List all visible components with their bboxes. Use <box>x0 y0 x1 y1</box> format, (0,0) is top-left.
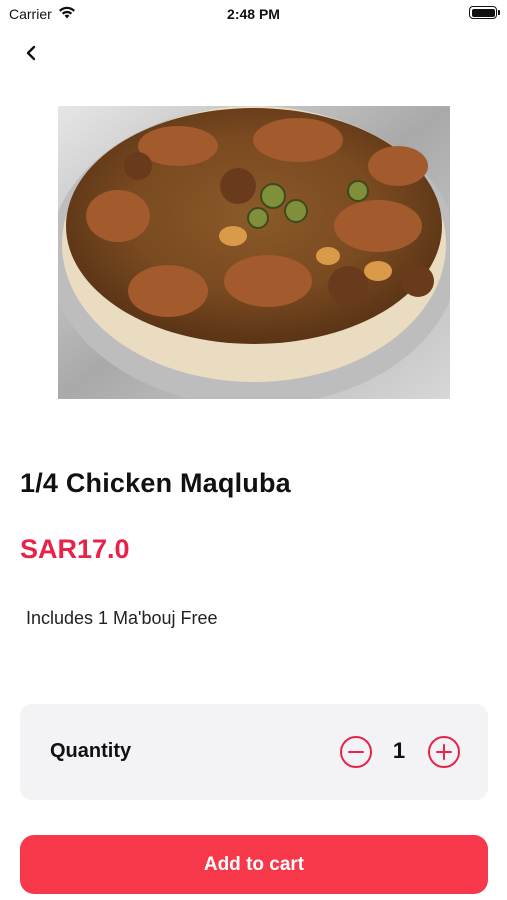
product-description: Includes 1 Ma'bouj Free <box>26 608 218 628</box>
status-bar: Carrier 2:48 PM <box>0 0 507 30</box>
quantity-label: Quantity <box>50 740 132 762</box>
back-button[interactable] <box>16 38 46 68</box>
quantity-increment-button[interactable] <box>428 736 460 768</box>
add-to-cart-button[interactable]: Add to cart <box>20 835 488 894</box>
product-price: SAR17.0 <box>20 534 130 564</box>
minus-circle-icon <box>348 750 364 754</box>
quantity-value: 1 <box>392 738 406 763</box>
plus-circle-icon <box>436 744 452 760</box>
quantity-card: Quantity 1 <box>20 704 488 800</box>
status-time: 2:48 PM <box>227 6 280 22</box>
chevron-left-icon <box>26 45 36 61</box>
product-title: 1/4 Chicken Maqluba <box>20 468 291 498</box>
quantity-decrement-button[interactable] <box>340 736 372 768</box>
battery-icon <box>469 6 500 19</box>
product-image <box>58 106 450 399</box>
